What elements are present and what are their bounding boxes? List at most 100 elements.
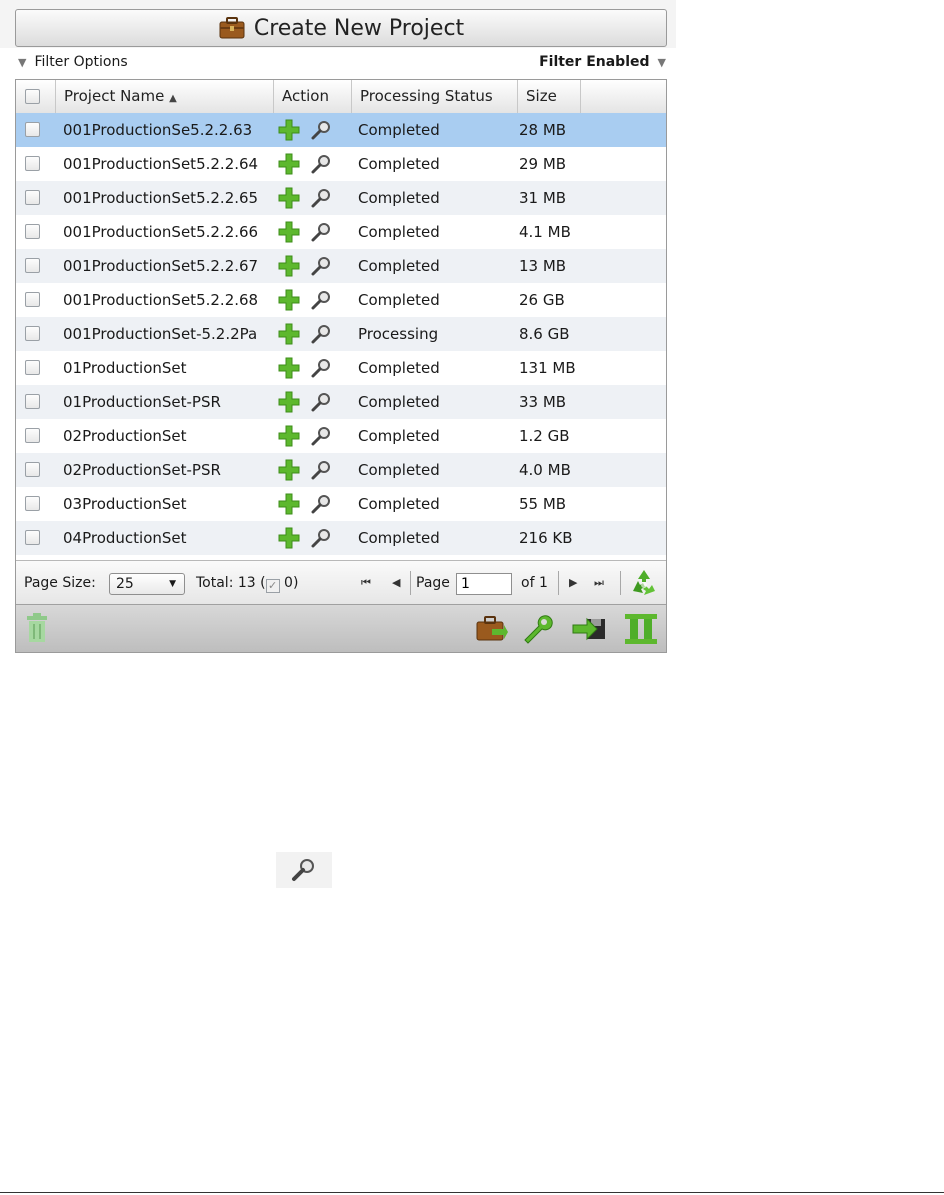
add-icon[interactable] [278,357,300,379]
add-icon[interactable] [278,527,300,549]
add-icon[interactable] [278,391,300,413]
processing-status-cell: Completed [358,529,440,547]
project-name-cell[interactable]: 001ProductionSet5.2.2.64 [63,147,271,181]
add-icon[interactable] [278,187,300,209]
project-name-cell[interactable]: 02ProductionSet [63,419,271,453]
add-icon[interactable] [278,425,300,447]
add-icon[interactable] [278,119,300,141]
column-header-processing-status[interactable]: Processing Status [352,80,518,113]
table-row[interactable]: 001ProductionSet5.2.2.66 Completed 4.1 MB [16,215,666,249]
recycle-icon[interactable] [628,567,660,603]
action-cell [278,147,348,181]
wrench-icon[interactable] [521,613,553,649]
table-row[interactable]: 01ProductionSet-PSR Completed 33 MB [16,385,666,419]
table-row[interactable]: 001ProductionSet5.2.2.64 Completed 29 MB [16,147,666,181]
magnifier-icon[interactable] [310,527,332,549]
add-icon[interactable] [278,255,300,277]
page-number-input[interactable] [456,573,512,595]
size-cell: 13 MB [519,257,567,275]
magnifier-icon[interactable] [310,153,332,175]
table-row[interactable]: 001ProductionSet-5.2.2Pa Processing 8.6 GB [16,317,666,351]
page-size-label: Page Size: [24,575,96,591]
export-icon[interactable] [571,613,607,647]
total-label: Total: 13 ( [196,575,266,591]
processing-status-cell: Completed [358,427,440,445]
row-checkbox[interactable] [25,496,40,511]
row-checkbox[interactable] [25,428,40,443]
bottom-toolbar [16,604,666,652]
page-of-label: of 1 [521,575,548,591]
row-checkbox[interactable] [25,258,40,273]
project-name-cell[interactable]: 02ProductionSet-PSR [63,453,271,487]
trash-icon[interactable] [26,613,48,647]
row-checkbox[interactable] [25,530,40,545]
magnifier-icon[interactable] [310,187,332,209]
table-row[interactable]: 001ProductionSet5.2.2.67 Completed 13 MB [16,249,666,283]
column-header-project-name[interactable]: Project Name ▲ [56,80,274,113]
magnifier-icon[interactable] [310,357,332,379]
briefcase-icon[interactable] [474,613,508,647]
row-checkbox[interactable] [25,326,40,341]
row-checkbox[interactable] [25,224,40,239]
column-header-size[interactable]: Size [518,80,581,113]
select-all-checkbox[interactable] [25,89,40,104]
magnifier-icon[interactable] [310,255,332,277]
project-name-cell[interactable]: 01ProductionSet-PSR [63,385,271,419]
table-row[interactable]: 02ProductionSet Completed 1.2 GB [16,419,666,453]
action-cell [278,351,348,385]
table-row[interactable]: 001ProductionSe5.2.2.63 Completed 28 MB [16,113,666,147]
project-name-cell[interactable]: 03ProductionSet [63,487,271,521]
magnifier-icon[interactable] [310,391,332,413]
page-size-select[interactable]: 25 ▼ [109,573,185,595]
size-cell: 26 GB [519,291,565,309]
row-checkbox[interactable] [25,122,40,137]
pager-bar: Page Size: 25 ▼ Total: 13 (✓ 0) ⏮ ◀ Page… [16,560,666,605]
magnifier-icon[interactable] [310,289,332,311]
magnifier-icon[interactable] [310,221,332,243]
first-page-button[interactable]: ⏮ [361,561,371,605]
row-checkbox[interactable] [25,190,40,205]
project-name-cell[interactable]: 001ProductionSet5.2.2.67 [63,249,271,283]
project-name-cell[interactable]: 04ProductionSet [63,521,271,555]
row-checkbox[interactable] [25,462,40,477]
table-row[interactable]: 04ProductionSet Completed 216 KB [16,521,666,555]
table-row[interactable]: 02ProductionSet-PSR Completed 4.0 MB [16,453,666,487]
project-name-cell[interactable]: 001ProductionSet5.2.2.66 [63,215,271,249]
row-checkbox[interactable] [25,360,40,375]
add-icon[interactable] [278,153,300,175]
create-new-project-label: Create New Project [253,15,465,41]
row-checkbox[interactable] [25,394,40,409]
project-name-cell[interactable]: 001ProductionSet5.2.2.68 [63,283,271,317]
magnifier-icon[interactable] [310,493,332,515]
table-row[interactable]: 01ProductionSet Completed 131 MB [16,351,666,385]
previous-page-button[interactable]: ◀ [392,561,400,605]
create-new-project-button[interactable]: Create New Project [15,9,667,47]
add-icon[interactable] [278,221,300,243]
magnifier-icon[interactable] [310,323,332,345]
last-page-button[interactable]: ⏭ [594,561,604,605]
processing-status-cell: Completed [358,461,440,479]
add-icon[interactable] [278,459,300,481]
project-name-cell[interactable]: 01ProductionSet [63,351,271,385]
add-icon[interactable] [278,493,300,515]
row-checkbox[interactable] [25,292,40,307]
table-row[interactable]: 001ProductionSet5.2.2.65 Completed 31 MB [16,181,666,215]
processing-status-cell: Completed [358,291,440,309]
row-checkbox[interactable] [25,156,40,171]
pause-icon[interactable] [623,613,659,649]
column-header-action[interactable]: Action [274,80,352,113]
magnifier-icon[interactable] [310,119,332,141]
next-page-button[interactable]: ▶ [569,561,577,605]
project-name-cell[interactable]: 001ProductionSe5.2.2.63 [63,113,271,147]
add-icon[interactable] [278,323,300,345]
filter-enabled-toggle[interactable]: Filter Enabled ▼ [539,54,666,70]
project-name-cell[interactable]: 001ProductionSet-5.2.2Pa [63,317,271,351]
magnifier-icon[interactable] [310,459,332,481]
table-row[interactable]: 03ProductionSet Completed 55 MB [16,487,666,521]
project-name-cell[interactable]: 001ProductionSet5.2.2.65 [63,181,271,215]
processing-status-cell: Completed [358,121,440,139]
filter-options-toggle[interactable]: ▼ Filter Options [18,54,128,70]
magnifier-icon[interactable] [310,425,332,447]
add-icon[interactable] [278,289,300,311]
table-row[interactable]: 001ProductionSet5.2.2.68 Completed 26 GB [16,283,666,317]
